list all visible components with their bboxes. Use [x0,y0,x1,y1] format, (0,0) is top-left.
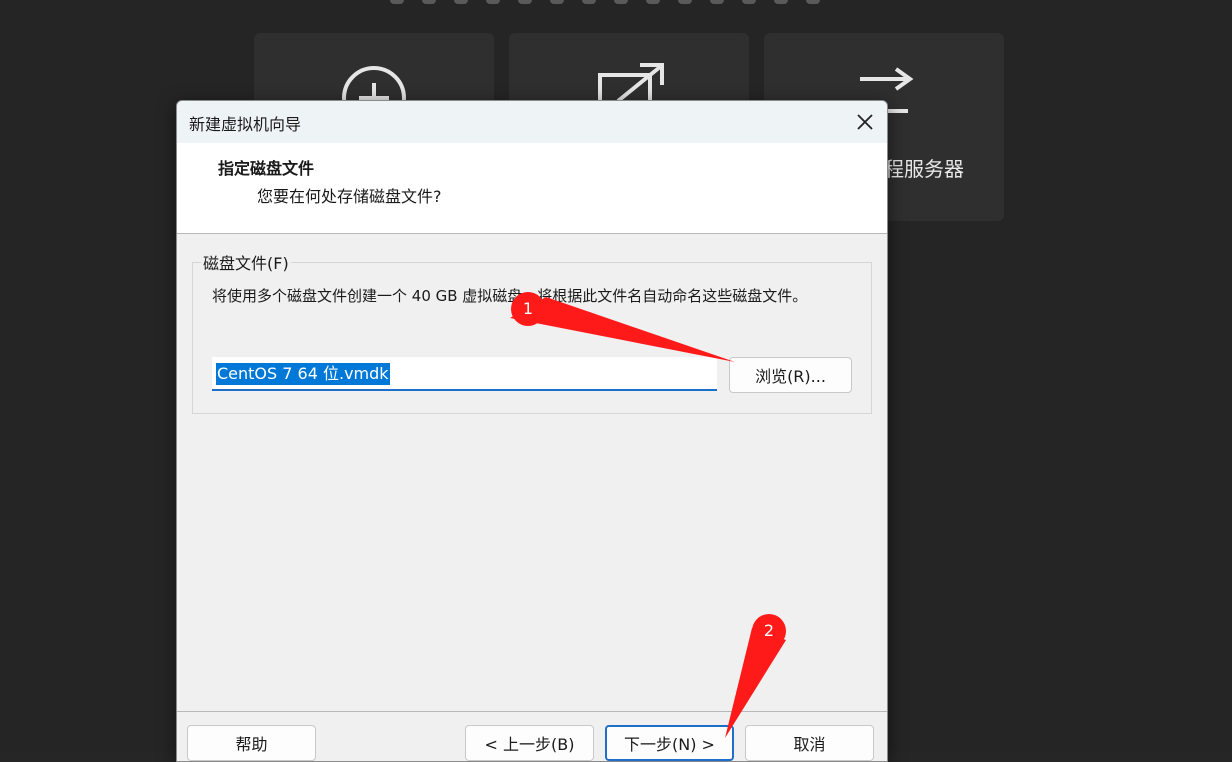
disk-file-group-label: 磁盘文件(F) [201,250,291,274]
close-icon [856,113,874,131]
dialog-titlebar: 新建虚拟机向导 [177,101,887,143]
footer-divider [177,711,887,712]
next-button[interactable]: 下一步(N) > [605,725,734,761]
close-button[interactable] [849,107,881,137]
wizard-header: 指定磁盘文件 您要在何处存储磁盘文件? [177,143,887,234]
annotation-badge-1: 1 [513,299,543,318]
disk-file-group: 磁盘文件(F) 将使用多个磁盘文件创建一个 40 GB 虚拟磁盘。将根据此文件名… [192,262,872,414]
browse-button[interactable]: 浏览(R)... [729,357,852,393]
back-button[interactable]: < 上一步(B) [465,725,594,761]
disk-file-value[interactable]: CentOS 7 64 位.vmdk [216,363,390,385]
top-decoration [390,0,860,4]
new-vm-wizard-dialog: 新建虚拟机向导 指定磁盘文件 您要在何处存储磁盘文件? 磁盘文件(F) 将使用多… [176,100,888,762]
step-title: 指定磁盘文件 [218,155,314,179]
cancel-button[interactable]: 取消 [745,725,874,761]
connect-server-label: 程服务器 [884,153,1004,182]
step-subtitle: 您要在何处存储磁盘文件? [257,183,442,207]
help-button[interactable]: 帮助 [187,725,316,761]
annotation-badge-2: 2 [754,621,784,640]
dialog-title: 新建虚拟机向导 [189,111,301,135]
